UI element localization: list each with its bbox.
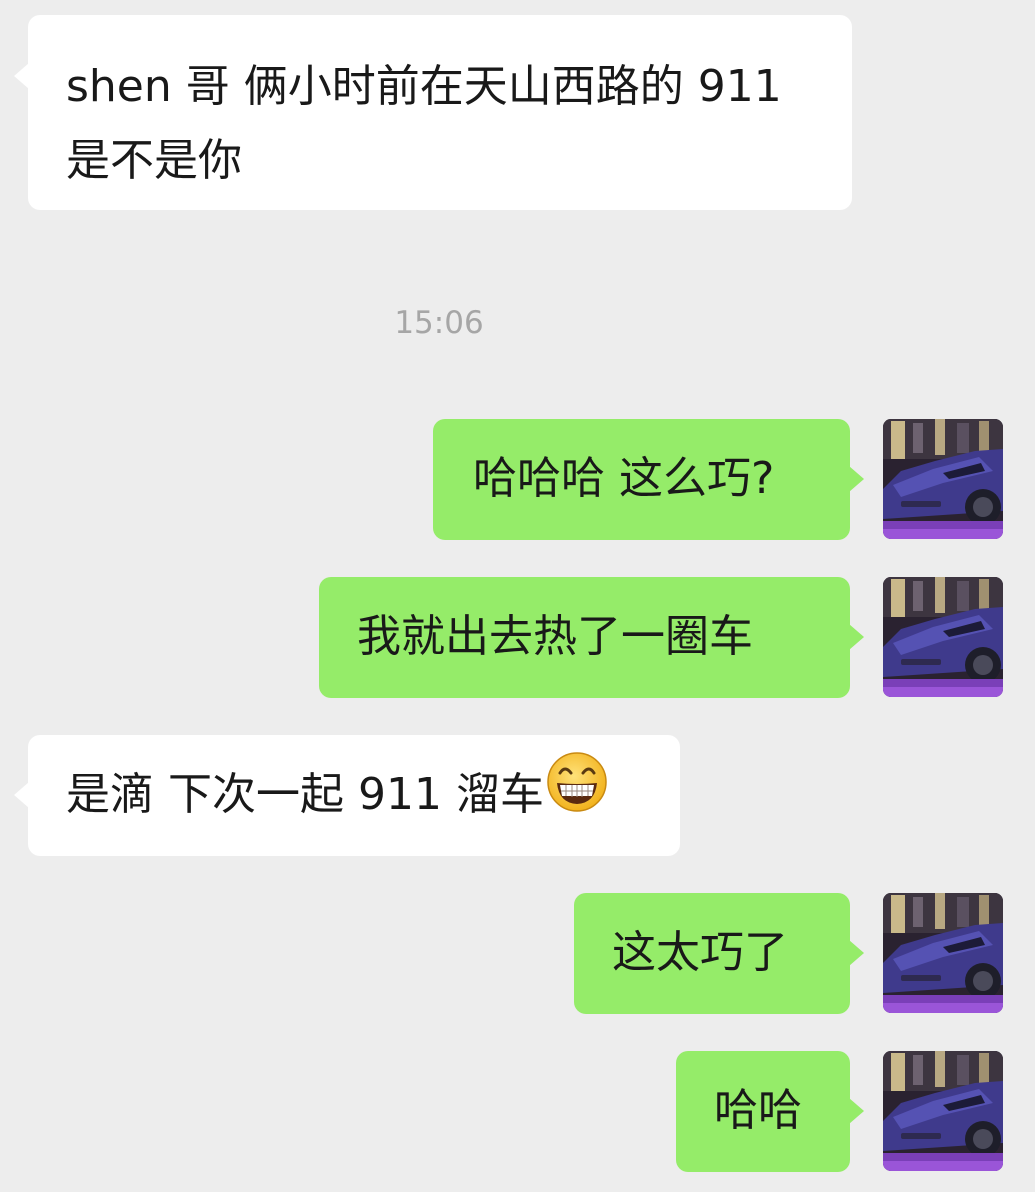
avatar[interactable] (883, 419, 1003, 539)
bubble-tail (849, 466, 864, 492)
avatar[interactable] (883, 577, 1003, 697)
message-text-line: shen 哥 俩小时前在天山西路的 911 (66, 61, 782, 112)
bubble-tail (849, 624, 864, 650)
grinning-face-icon (546, 751, 608, 836)
bubble-tail (14, 782, 29, 808)
avatar[interactable] (883, 1051, 1003, 1171)
message-text: 我就出去热了一圈车 (357, 611, 753, 662)
message-text: 这太巧了 (612, 927, 788, 978)
bubble-tail (14, 63, 29, 89)
bubble-tail (849, 940, 864, 966)
avatar[interactable] (883, 893, 1003, 1013)
message-timestamp: 15:06 (394, 305, 484, 341)
message-bubble-incoming[interactable]: shen 哥 俩小时前在天山西路的 911 是不是你 (14, 15, 852, 210)
message-bubble-outgoing[interactable]: 这太巧了 (574, 893, 864, 1014)
message-bubble-outgoing[interactable]: 哈哈哈 这么巧? (433, 419, 864, 540)
message-bubble-incoming[interactable]: 是滴 下次一起 911 溜车 (14, 735, 680, 856)
message-bubble-outgoing[interactable]: 我就出去热了一圈车 (319, 577, 864, 698)
message-bubble-outgoing[interactable]: 哈哈 (676, 1051, 864, 1172)
bubble-tail (849, 1098, 864, 1124)
message-text: 是滴 下次一起 911 溜车 (66, 769, 544, 820)
message-text-with-emoji: 是滴 下次一起 911 溜车 (66, 751, 680, 836)
message-text: 哈哈哈 这么巧? (473, 453, 775, 504)
message-text: 哈哈 (714, 1085, 802, 1136)
message-text-line: 是不是你 (66, 135, 242, 186)
